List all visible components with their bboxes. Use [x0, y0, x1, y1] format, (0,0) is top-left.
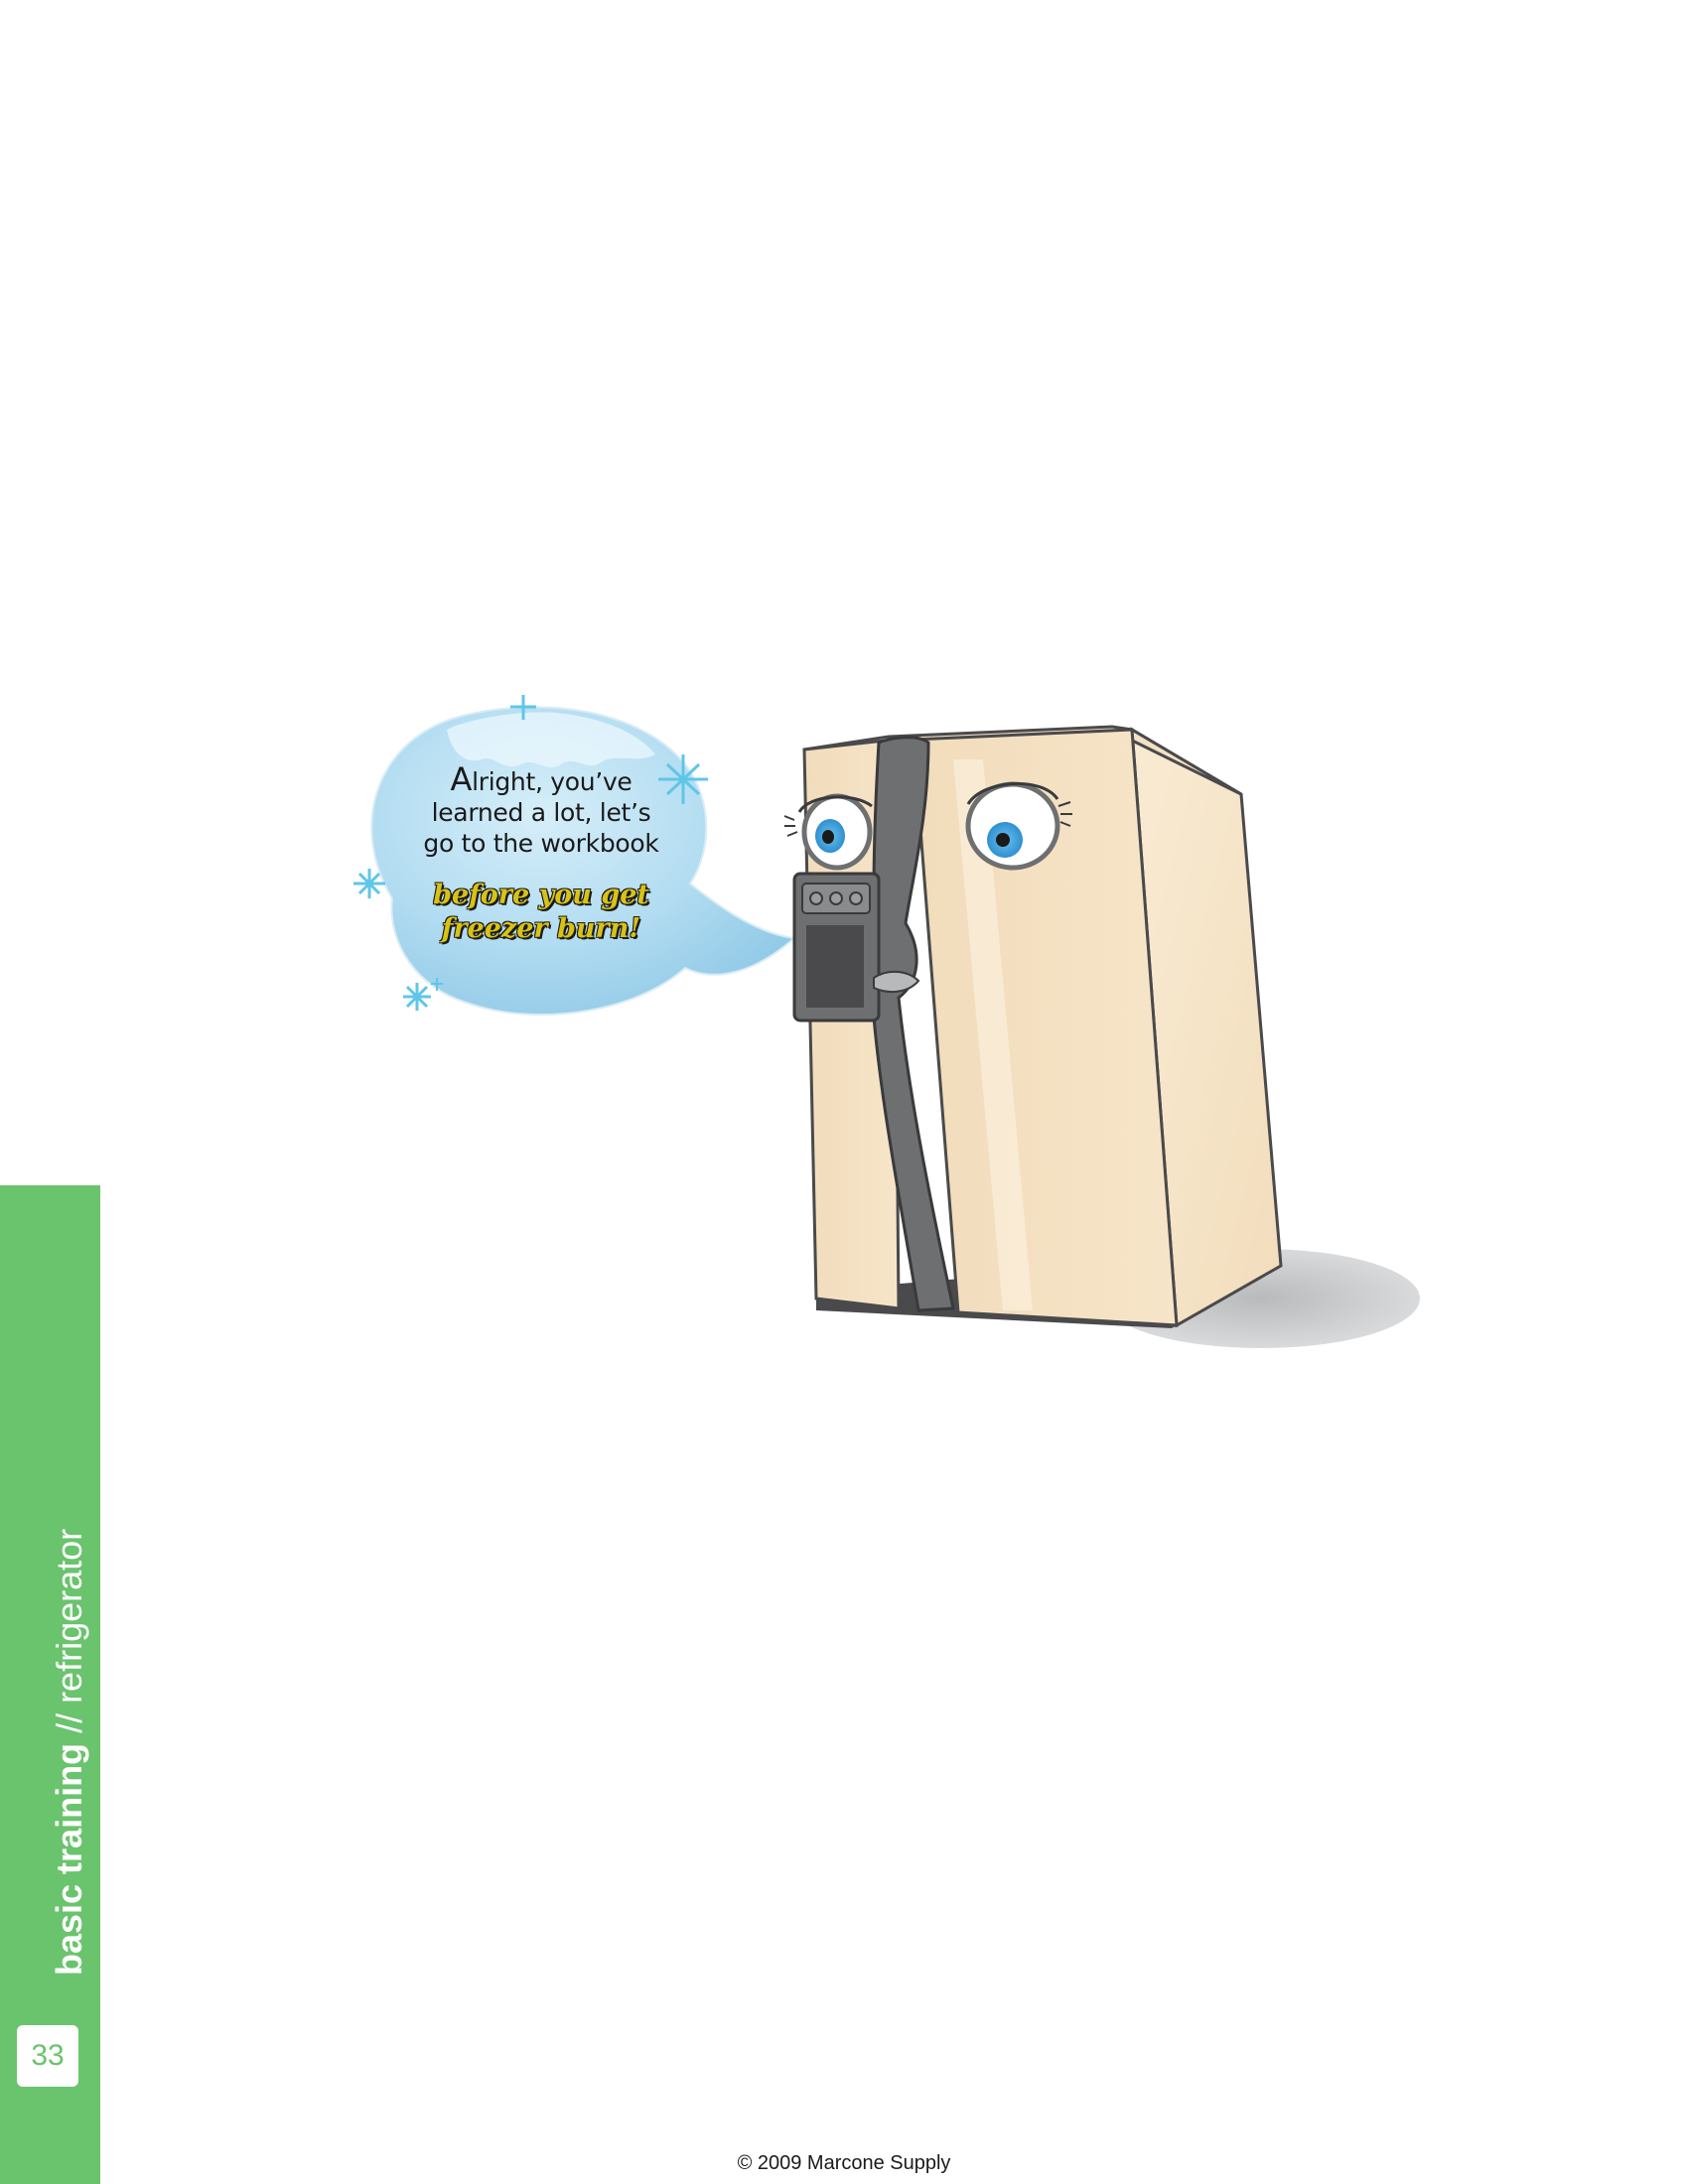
sparkle-icon [403, 983, 431, 1011]
refrigerator-illustration [353, 695, 1420, 1348]
section-title-subsection: // refrigerator [49, 1528, 89, 1743]
speech-bubble-emphasis-line-1: before you get [433, 880, 649, 910]
page: Alright, you’ve learned a lot, let’s go … [0, 0, 1688, 2184]
copyright-footer: © 2009 Marcone Supply [737, 2152, 951, 2174]
speech-bubble-line-3: go to the workbook [423, 829, 659, 858]
speech-bubble-text: Alright, you’ve learned a lot, let’s go … [392, 763, 690, 859]
section-title: basic training // refrigerator [49, 1528, 89, 1976]
speech-bubble-emphasis-line-2: freezer burn! [441, 913, 641, 944]
speech-bubble-line-1: lright, you’ve [472, 767, 633, 796]
speech-bubble-emphasis: before you get freezer burn! [392, 879, 690, 946]
page-number: 33 [31, 2039, 65, 2072]
speech-bubble-line-2: learned a lot, let’s [431, 798, 651, 827]
refrigerator [783, 725, 1283, 1328]
eye-icon [783, 793, 873, 871]
page-number-badge: 33 [17, 2025, 78, 2087]
speech-bubble-initial: A [450, 760, 473, 798]
section-title-bold: basic training [49, 1742, 89, 1976]
